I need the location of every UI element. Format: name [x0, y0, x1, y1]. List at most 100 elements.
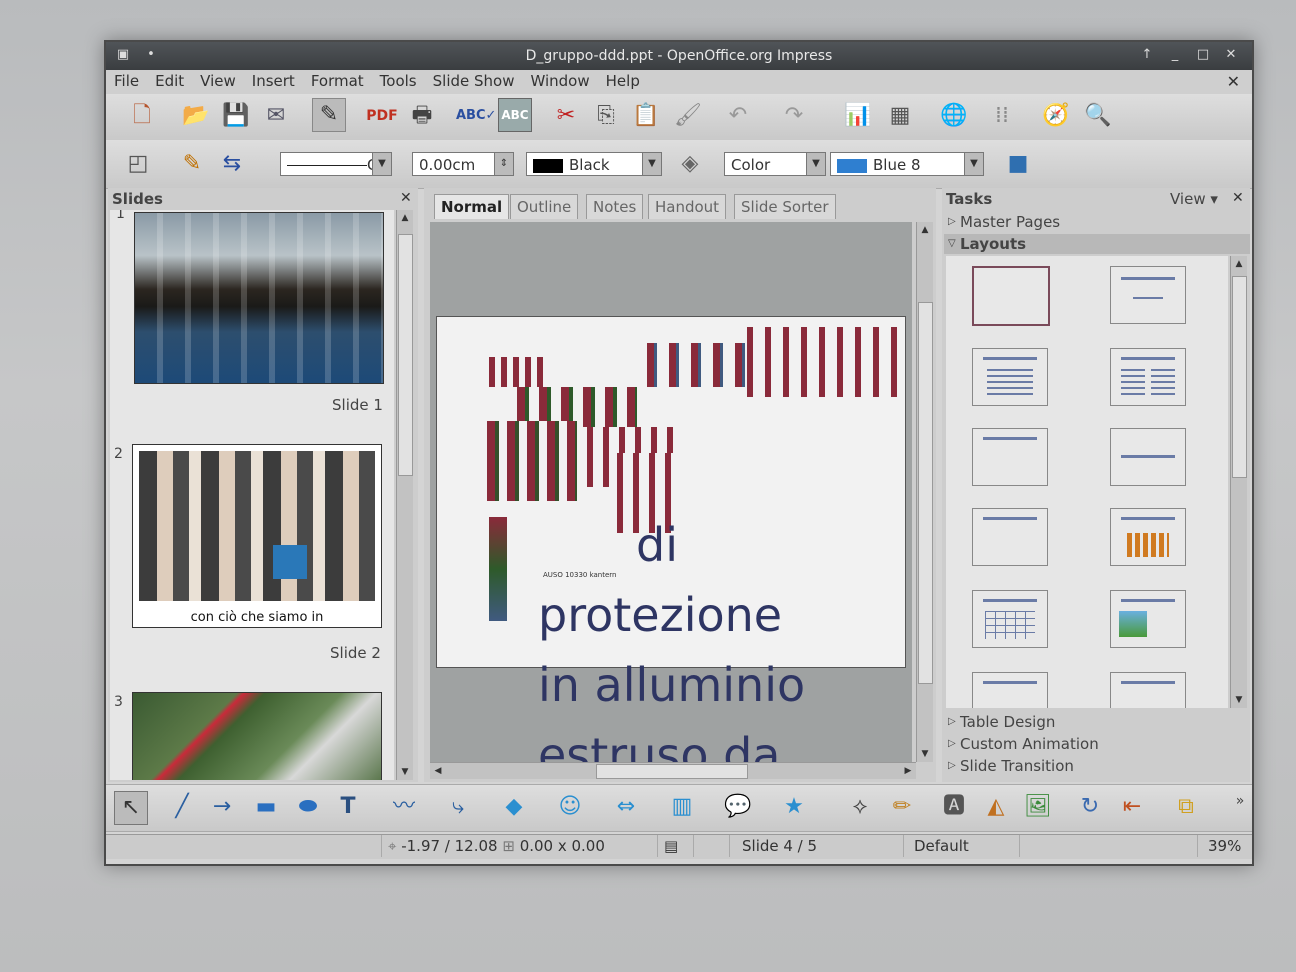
display-styles-icon[interactable]: ◰	[122, 148, 154, 180]
area-color-select[interactable]: Blue 8 ▼	[830, 152, 984, 176]
tab-notes[interactable]: Notes	[586, 194, 644, 219]
glue-points-icon[interactable]: ✏	[886, 791, 918, 823]
slide-thumbnail-1[interactable]	[134, 212, 384, 384]
section-master-pages[interactable]: ▷ Master Pages	[944, 212, 1250, 232]
chevron-down-icon[interactable]: ▼	[964, 153, 983, 175]
points-icon[interactable]: ⟡	[844, 791, 876, 823]
select-arrow-icon[interactable]: ↖	[114, 791, 148, 825]
chevron-down-icon[interactable]: ▼	[372, 153, 391, 175]
tab-slide-sorter[interactable]: Slide Sorter	[734, 194, 836, 219]
gallery-icon[interactable]: 🖼	[1022, 791, 1054, 823]
email-icon[interactable]: ✉	[260, 100, 292, 132]
slide-text-box[interactable]: di protezione in alluminio estruso da	[538, 510, 805, 762]
scroll-up-icon[interactable]: ▲	[397, 210, 413, 226]
scroll-up-icon[interactable]: ▲	[917, 222, 933, 238]
arrow-tool-icon[interactable]: →	[206, 791, 238, 823]
zoom-icon[interactable]: 🔍	[1082, 100, 1114, 132]
flowchart-icon[interactable]: ▥	[666, 791, 698, 823]
layout-centered-text[interactable]	[1110, 428, 1186, 486]
zoom-indicator[interactable]: 39%	[1202, 835, 1250, 857]
arrange-icon[interactable]: ⧉	[1170, 791, 1202, 823]
minimize-button[interactable]: _	[1166, 46, 1184, 64]
rectangle-tool-icon[interactable]: ▬	[250, 791, 282, 823]
toolbar-overflow-icon[interactable]: »	[1224, 785, 1256, 817]
layout-title-text[interactable]	[972, 428, 1048, 486]
line-width-field[interactable]: 0.00cm ⇕	[412, 152, 514, 176]
maximize-button[interactable]: □	[1194, 46, 1212, 64]
cut-icon[interactable]: ✂	[550, 100, 582, 132]
grid-icon[interactable]: ⁞⁞	[986, 100, 1018, 132]
menu-tools[interactable]: Tools	[372, 70, 425, 90]
undo-icon[interactable]: ↶	[722, 100, 754, 132]
menu-help[interactable]: Help	[598, 70, 648, 90]
layout-title-image-text[interactable]	[1110, 590, 1186, 648]
close-icon[interactable]: ✕	[1232, 190, 1244, 206]
rotate-icon[interactable]: ↻	[1074, 791, 1106, 823]
connector-tool-icon[interactable]: ⤷	[442, 791, 474, 823]
layouts-scrollbar[interactable]: ▲ ▼	[1230, 256, 1247, 708]
slide-thumbnail-2[interactable]: con ciò che siamo in	[132, 444, 382, 628]
keep-above-icon[interactable]: ↑	[1138, 46, 1156, 64]
paste-icon[interactable]: 📋	[630, 100, 662, 132]
new-document-icon[interactable]: 🗋	[126, 100, 158, 132]
clone-formatting-icon[interactable]: 🖌	[672, 100, 704, 132]
layout-title-chart[interactable]	[1110, 508, 1186, 566]
save-icon[interactable]: 💾	[220, 100, 252, 132]
close-window-button[interactable]: ✕	[1222, 46, 1240, 64]
layout-more-2[interactable]	[1110, 672, 1186, 708]
text-tool-icon[interactable]: T	[332, 791, 364, 823]
menu-file[interactable]: File	[106, 70, 147, 90]
layout-title-table[interactable]	[972, 590, 1048, 648]
spin-icon[interactable]: ⇕	[494, 153, 513, 175]
scroll-right-icon[interactable]: ▶	[900, 763, 916, 779]
chevron-down-icon[interactable]: ▼	[806, 153, 825, 175]
tab-normal[interactable]: Normal	[434, 194, 510, 219]
close-icon[interactable]: ✕	[400, 190, 412, 206]
section-custom-animation[interactable]: ▷ Custom Animation	[944, 734, 1250, 754]
scroll-thumb[interactable]	[918, 302, 933, 684]
section-table-design[interactable]: ▷ Table Design	[944, 712, 1250, 732]
copy-icon[interactable]: ⎘	[590, 100, 622, 132]
menu-format[interactable]: Format	[303, 70, 372, 90]
hyperlink-icon[interactable]: 🌐	[938, 100, 970, 132]
scroll-thumb[interactable]	[596, 764, 748, 779]
slide-thumbnail-3[interactable]	[132, 692, 382, 780]
slides-scrollbar[interactable]: ▲ ▼	[396, 210, 413, 780]
export-pdf-icon[interactable]: PDF	[366, 100, 398, 132]
from-file-icon[interactable]: ◭	[980, 791, 1012, 823]
basic-shapes-icon[interactable]: ◆	[498, 791, 530, 823]
layout-title-object[interactable]	[972, 508, 1048, 566]
section-layouts[interactable]: ▽ Layouts	[944, 234, 1250, 254]
stars-icon[interactable]: ★	[778, 791, 810, 823]
block-arrows-icon[interactable]: ⇔	[610, 791, 642, 823]
autospellcheck-icon[interactable]: ABC	[498, 98, 532, 132]
close-document-icon[interactable]: ✕	[1227, 72, 1240, 91]
scroll-thumb[interactable]	[398, 234, 413, 476]
symbol-shapes-icon[interactable]: ☺	[554, 791, 586, 823]
chevron-down-icon[interactable]: ▼	[642, 153, 661, 175]
spellcheck-icon[interactable]: ABC✓	[456, 100, 496, 132]
slide-canvas[interactable]: AUSO 10330 kantern di protezione in allu…	[430, 222, 912, 762]
scroll-thumb[interactable]	[1232, 276, 1247, 478]
menu-view[interactable]: View	[192, 70, 244, 90]
chart-icon[interactable]: 📊	[842, 100, 874, 132]
scroll-left-icon[interactable]: ◀	[430, 763, 446, 779]
layout-title-content[interactable]	[972, 348, 1048, 406]
shadow-icon[interactable]: ■	[1002, 148, 1034, 180]
redo-icon[interactable]: ↷	[778, 100, 810, 132]
section-slide-transition[interactable]: ▷ Slide Transition	[944, 756, 1250, 776]
area-icon[interactable]: ◈	[674, 148, 706, 180]
table-icon[interactable]: ▦	[884, 100, 916, 132]
scroll-down-icon[interactable]: ▼	[1231, 692, 1247, 708]
edit-file-icon[interactable]: ✎	[312, 98, 346, 132]
alignment-icon[interactable]: ⇤	[1116, 791, 1148, 823]
menu-window[interactable]: Window	[522, 70, 597, 90]
canvas-vscrollbar[interactable]: ▲ ▼	[916, 222, 933, 762]
canvas-hscrollbar[interactable]: ◀ ▶	[430, 762, 916, 779]
scroll-down-icon[interactable]: ▼	[917, 746, 933, 762]
menu-edit[interactable]: Edit	[147, 70, 192, 90]
layout-more-1[interactable]	[972, 672, 1048, 708]
layout-title-two-content[interactable]	[1110, 348, 1186, 406]
line-color-select[interactable]: Black ▼	[526, 152, 662, 176]
menu-insert[interactable]: Insert	[244, 70, 303, 90]
